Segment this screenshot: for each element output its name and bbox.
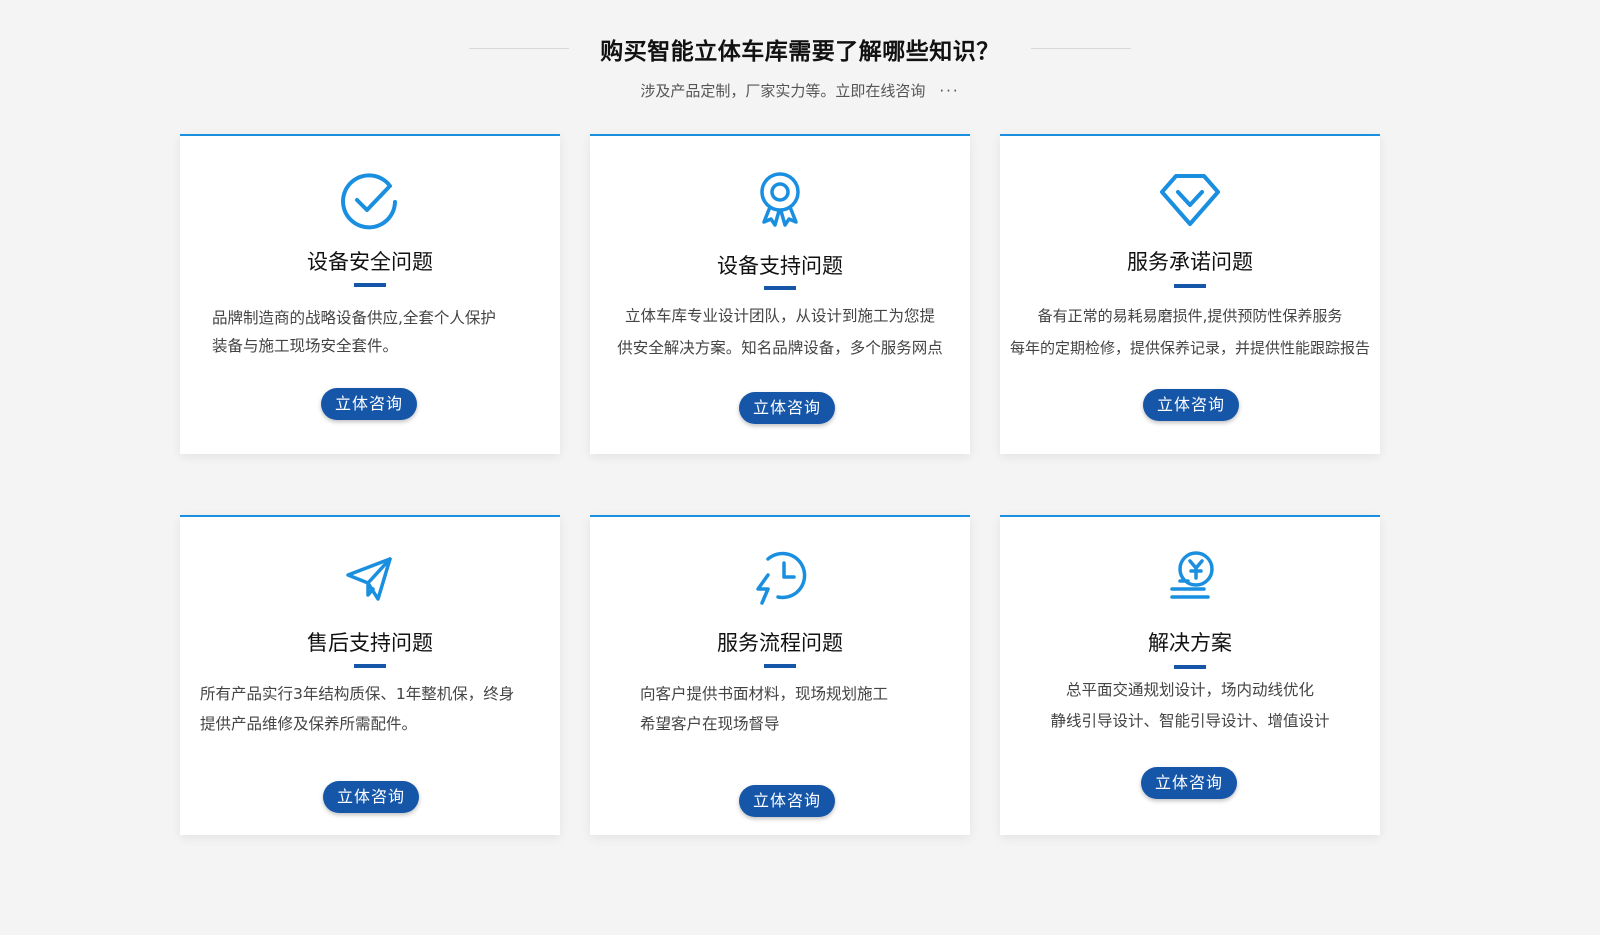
desc-line: 供安全解决方案。知名品牌设备，多个服务网点 bbox=[617, 339, 943, 357]
desc-line: 总平面交通规划设计，场内动线优化 bbox=[1065, 681, 1314, 699]
clock-lightning-icon bbox=[590, 545, 970, 609]
card-description: 备有正常的易耗易磨损件,提供预防性保养服务 每年的定期检修，提供保养记录，并提供… bbox=[1004, 300, 1376, 364]
desc-line: 每年的定期检修，提供保养记录，并提供性能跟踪报告 bbox=[1009, 339, 1370, 357]
title-underline bbox=[354, 283, 386, 287]
title-underline bbox=[1174, 284, 1206, 288]
section-header: 购买智能立体车库需要了解哪些知识？ 涉及产品定制，厂家实力等。立即在线咨询 ··· bbox=[0, 0, 1600, 120]
consult-button[interactable]: 立体咨询 bbox=[739, 785, 835, 817]
section-title: 购买智能立体车库需要了解哪些知识？ bbox=[600, 39, 1000, 65]
paper-plane-icon bbox=[180, 545, 560, 609]
card-description: 向客户提供书面材料，现场规划施工 希望客户在现场督导 bbox=[640, 679, 950, 739]
section-subtitle: 涉及产品定制，厂家实力等。立即在线咨询 ··· bbox=[0, 80, 1600, 101]
card-description: 总平面交通规划设计，场内动线优化 静线引导设计、智能引导设计、增值设计 bbox=[1010, 675, 1370, 737]
title-divider-right bbox=[1031, 48, 1131, 49]
title-underline bbox=[764, 286, 796, 290]
card-service-commitment: 服务承诺问题 备有正常的易耗易磨损件,提供预防性保养服务 每年的定期检修，提供保… bbox=[1000, 134, 1380, 454]
desc-line: 所有产品实行3年结构质保、1年整机保，终身 bbox=[200, 685, 515, 703]
desc-line: 静线引导设计、智能引导设计、增值设计 bbox=[1050, 712, 1330, 730]
desc-line: 向客户提供书面材料，现场规划施工 bbox=[640, 685, 889, 703]
title-underline bbox=[1174, 665, 1206, 669]
card-equipment-support: 设备支持问题 立体车库专业设计团队，从设计到施工为您提 供安全解决方案。知名品牌… bbox=[590, 134, 970, 454]
subtitle-text: 涉及产品定制，厂家实力等。立即在线咨询 bbox=[640, 82, 926, 100]
card-title: 服务流程问题 bbox=[717, 631, 843, 655]
card-description: 品牌制造商的战略设备供应,全套个人保护 装备与施工现场安全套件。 bbox=[200, 304, 540, 360]
card-title: 服务承诺问题 bbox=[1127, 250, 1253, 274]
title-underline bbox=[354, 664, 386, 668]
consult-button[interactable]: 立体咨询 bbox=[739, 392, 835, 424]
diamond-icon bbox=[1000, 168, 1380, 232]
card-description: 所有产品实行3年结构质保、1年整机保，终身 提供产品维修及保养所需配件。 bbox=[200, 679, 550, 739]
card-solutions: 解决方案 总平面交通规划设计，场内动线优化 静线引导设计、智能引导设计、增值设计… bbox=[1000, 515, 1380, 835]
card-description: 立体车库专业设计团队，从设计到施工为您提 供安全解决方案。知名品牌设备，多个服务… bbox=[600, 300, 960, 364]
award-medal-icon bbox=[590, 168, 970, 232]
desc-line: 品牌制造商的战略设备供应,全套个人保护 bbox=[212, 309, 496, 327]
card-title: 设备安全问题 bbox=[307, 250, 433, 274]
card-after-sales: 售后支持问题 所有产品实行3年结构质保、1年整机保，终身 提供产品维修及保养所需… bbox=[180, 515, 560, 835]
consult-button[interactable]: 立体咨询 bbox=[1141, 767, 1237, 799]
consult-button[interactable]: 立体咨询 bbox=[323, 781, 419, 813]
consult-button[interactable]: 立体咨询 bbox=[321, 388, 417, 420]
check-circle-icon bbox=[180, 168, 560, 232]
desc-line: 备有正常的易耗易磨损件,提供预防性保养服务 bbox=[1037, 307, 1343, 325]
desc-line: 希望客户在现场督导 bbox=[640, 715, 780, 733]
desc-line: 装备与施工现场安全套件。 bbox=[212, 337, 399, 355]
desc-line: 立体车库专业设计团队，从设计到施工为您提 bbox=[624, 307, 935, 325]
card-service-process: 服务流程问题 向客户提供书面材料，现场规划施工 希望客户在现场督导 立体咨询 bbox=[590, 515, 970, 835]
coin-yuan-icon bbox=[1000, 545, 1380, 609]
card-title: 解决方案 bbox=[1148, 631, 1232, 655]
card-title: 售后支持问题 bbox=[307, 631, 433, 655]
card-equipment-safety: 设备安全问题 品牌制造商的战略设备供应,全套个人保护 装备与施工现场安全套件。 … bbox=[180, 134, 560, 454]
title-underline bbox=[764, 664, 796, 668]
card-title: 设备支持问题 bbox=[717, 254, 843, 278]
consult-button[interactable]: 立体咨询 bbox=[1143, 389, 1239, 421]
desc-line: 提供产品维修及保养所需配件。 bbox=[200, 715, 418, 733]
more-dots[interactable]: ··· bbox=[939, 82, 959, 100]
